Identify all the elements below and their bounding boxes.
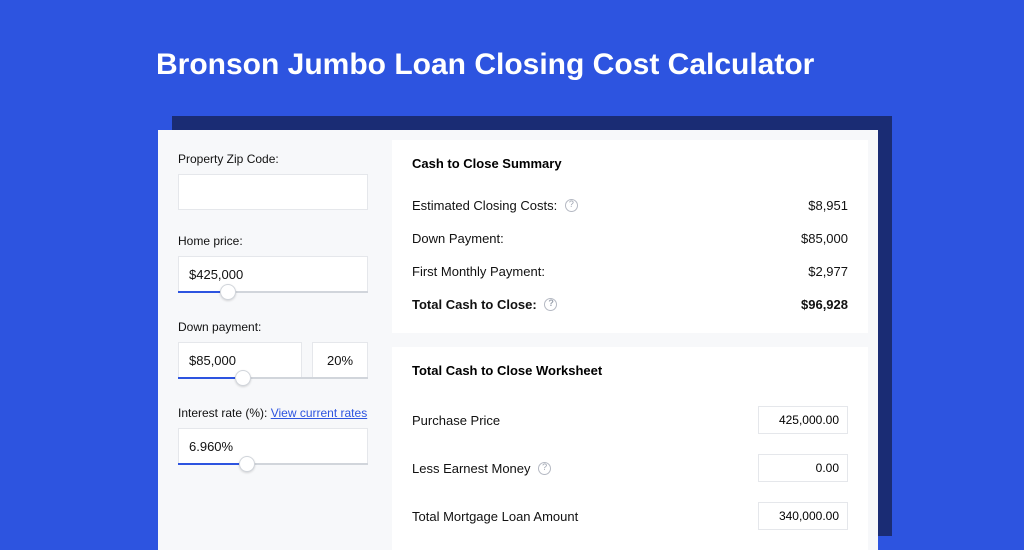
worksheet-title: Total Cash to Close Worksheet [412,363,848,378]
price-field: Home price: [178,234,368,292]
worksheet-row: Purchase Price [412,396,848,444]
rate-input[interactable] [178,428,368,464]
page-title: Bronson Jumbo Loan Closing Cost Calculat… [0,0,1024,82]
help-icon[interactable] [544,298,557,311]
worksheet-row-label: Total Mortgage Loan Amount [412,509,578,524]
summary-row-total: Total Cash to Close: $96,928 [412,288,848,321]
worksheet-row: Less Earnest Money [412,444,848,492]
rate-slider[interactable] [178,463,368,465]
view-rates-link[interactable]: View current rates [271,406,368,420]
summary-row-label: Estimated Closing Costs: [412,198,578,213]
price-slider[interactable] [178,291,368,293]
zip-label: Property Zip Code: [178,152,368,166]
summary-row-label: First Monthly Payment: [412,264,545,279]
summary-row: Down Payment: $85,000 [412,222,848,255]
worksheet-row-value[interactable] [758,502,848,530]
summary-row: First Monthly Payment: $2,977 [412,255,848,288]
calculator-card: Property Zip Code: Home price: Down paym… [158,130,878,550]
dp-slider[interactable] [178,377,368,379]
summary-row-label: Down Payment: [412,231,504,246]
worksheet-row-label: Purchase Price [412,413,500,428]
price-slider-fill [178,291,220,293]
results-main: Cash to Close Summary Estimated Closing … [388,130,878,550]
dp-pct-input[interactable] [312,342,368,378]
rate-field: Interest rate (%): View current rates [178,406,368,464]
price-input[interactable] [178,256,368,292]
zip-field: Property Zip Code: [178,152,368,210]
dp-label: Down payment: [178,320,368,334]
summary-title: Cash to Close Summary [412,156,848,171]
summary-row-value: $85,000 [801,231,848,246]
worksheet-row: Total Second Mortgage Amount [412,540,848,550]
rate-label: Interest rate (%): View current rates [178,406,368,420]
summary-row-value: $2,977 [808,264,848,279]
worksheet-row: Total Mortgage Loan Amount [412,492,848,540]
summary-row-label-text: Estimated Closing Costs: [412,198,557,213]
worksheet-row-value[interactable] [758,406,848,434]
worksheet-row-label-text: Less Earnest Money [412,461,531,476]
summary-row-label-text: Total Cash to Close: [412,297,537,312]
rate-slider-thumb[interactable] [239,456,255,472]
dp-field: Down payment: [178,320,368,378]
inputs-sidebar: Property Zip Code: Home price: Down paym… [158,130,388,550]
summary-panel: Cash to Close Summary Estimated Closing … [392,140,868,333]
worksheet-panel: Total Cash to Close Worksheet Purchase P… [392,347,868,550]
summary-row-value: $8,951 [808,198,848,213]
price-slider-thumb[interactable] [220,284,236,300]
help-icon[interactable] [565,199,578,212]
zip-input[interactable] [178,174,368,210]
dp-slider-thumb[interactable] [235,370,251,386]
summary-row: Estimated Closing Costs: $8,951 [412,189,848,222]
worksheet-row-value[interactable] [758,454,848,482]
summary-row-label: Total Cash to Close: [412,297,557,312]
help-icon[interactable] [538,462,551,475]
rate-slider-fill [178,463,239,465]
dp-slider-fill [178,377,235,379]
rate-label-text: Interest rate (%): [178,406,271,420]
summary-row-value: $96,928 [801,297,848,312]
price-label: Home price: [178,234,368,248]
worksheet-row-label: Less Earnest Money [412,461,551,476]
